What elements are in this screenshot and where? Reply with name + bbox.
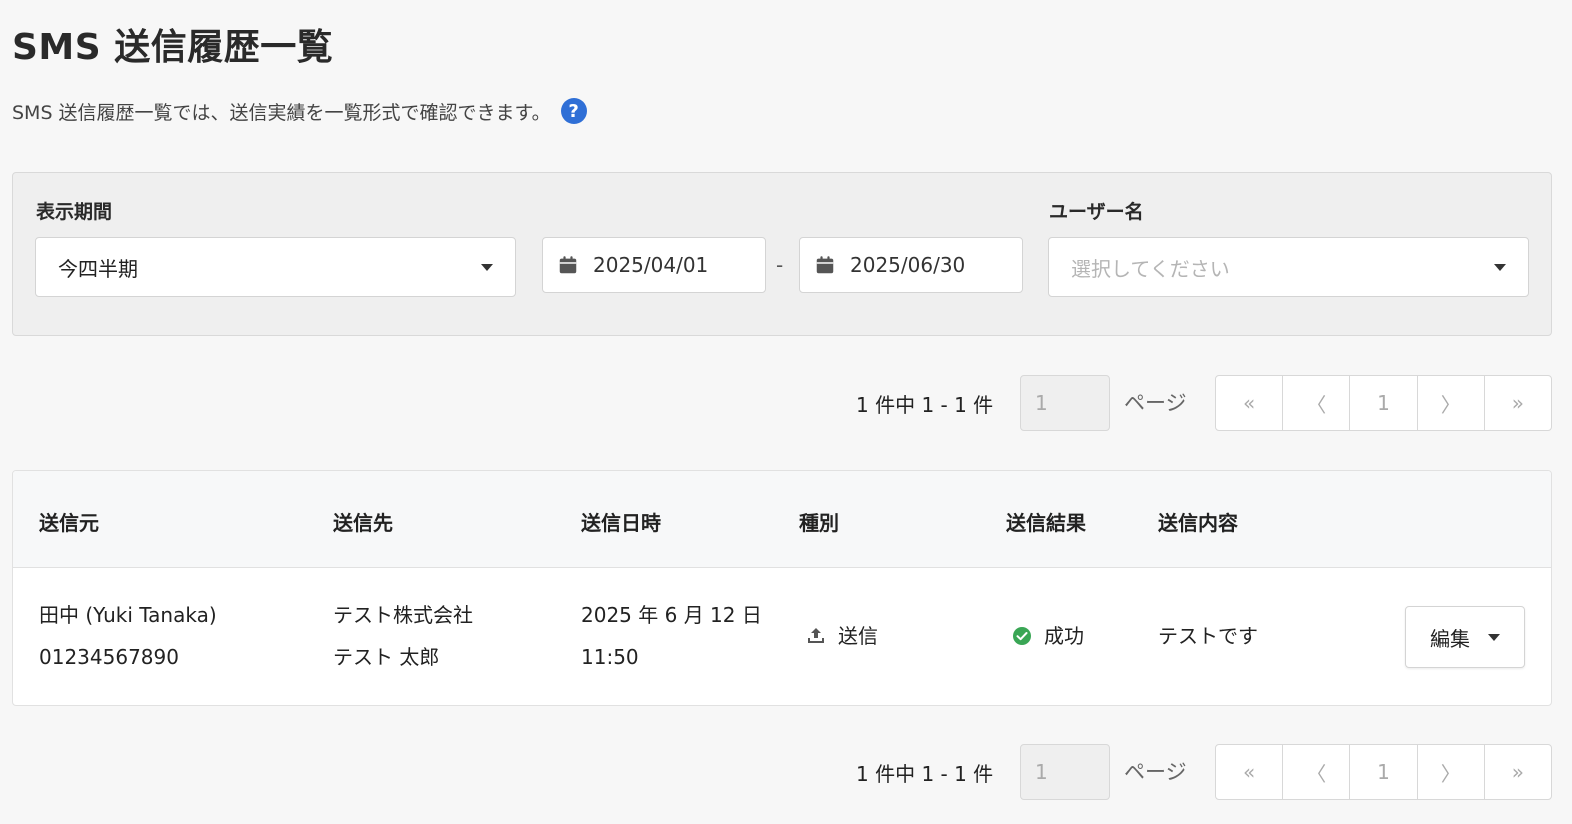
header-type: 種別 [799, 511, 839, 535]
type-text: 送信 [838, 624, 878, 648]
pagination-top: 1 件中 1 - 1 件 1 ページ « 〈 1 〉 » [0, 375, 1572, 433]
result-cell: 成功 [1012, 615, 1084, 657]
date-separator: - [776, 253, 784, 277]
period-label: 表示期間 [36, 201, 113, 223]
chevron-down-icon [481, 263, 493, 271]
header-result: 送信結果 [1006, 511, 1086, 535]
next-page-button[interactable]: 〉 [1416, 376, 1484, 430]
prev-page-button[interactable]: 〈 [1282, 376, 1349, 430]
user-label: ユーザー名 [1049, 201, 1144, 223]
page-number-input[interactable]: 1 [1020, 744, 1110, 800]
sender-number: 01234567890 [39, 645, 179, 669]
page-label: ページ [1124, 391, 1187, 415]
next-page-button[interactable]: 〉 [1416, 745, 1484, 799]
header-content: 送信内容 [1158, 511, 1238, 535]
type-cell: 送信 [806, 615, 878, 657]
header-recipient: 送信先 [333, 511, 393, 535]
user-select-placeholder: 選択してください [1071, 256, 1230, 281]
pagination-bottom: 1 件中 1 - 1 件 1 ページ « 〈 1 〉 » [0, 744, 1572, 802]
help-icon[interactable]: ? [560, 98, 587, 124]
sent-time: 11:50 [581, 645, 639, 669]
history-table: 送信元 送信先 送信日時 種別 送信結果 送信内容 田中 (Yuki Tanak… [12, 470, 1552, 706]
edit-dropdown-button[interactable]: 編集 [1405, 606, 1525, 668]
calendar-icon [816, 256, 834, 274]
end-date-input[interactable]: 2025/06/30 [799, 237, 1023, 293]
header-sent-at: 送信日時 [581, 511, 661, 535]
sent-date: 2025 年 6 月 12 日 [581, 603, 762, 627]
recipient-name: テスト 太郎 [333, 645, 440, 669]
check-circle-icon [1013, 627, 1031, 645]
page-nav: « 〈 1 〉 » [1215, 744, 1552, 800]
period-select-value: 今四半期 [58, 256, 138, 281]
current-page-button[interactable]: 1 [1349, 745, 1416, 799]
sent-at-cell: 2025 年 6 月 12 日 11:50 [581, 594, 762, 678]
page: SMS 送信履歴一覧 SMS 送信履歴一覧では、送信実績を一覧形式で確認できます… [0, 0, 1572, 824]
first-page-button[interactable]: « [1216, 376, 1282, 430]
end-date-value: 2025/06/30 [850, 253, 966, 277]
edit-button-label: 編集 [1430, 626, 1470, 651]
sender-cell: 田中 (Yuki Tanaka) 01234567890 [39, 594, 217, 678]
header-sender: 送信元 [39, 511, 99, 535]
sender-name: 田中 (Yuki Tanaka) [39, 603, 217, 627]
start-date-input[interactable]: 2025/04/01 [542, 237, 766, 293]
period-select[interactable]: 今四半期 [35, 237, 516, 297]
page-description: SMS 送信履歴一覧では、送信実績を一覧形式で確認できます。 ? [12, 96, 587, 126]
recipient-company: テスト株式会社 [333, 603, 473, 627]
prev-page-button[interactable]: 〈 [1282, 745, 1349, 799]
content-cell: テストです [1158, 624, 1258, 648]
first-page-button[interactable]: « [1216, 745, 1282, 799]
result-count: 1 件中 1 - 1 件 [856, 762, 994, 786]
description-text: SMS 送信履歴一覧では、送信実績を一覧形式で確認できます。 [12, 101, 551, 124]
page-nav: « 〈 1 〉 » [1215, 375, 1552, 431]
last-page-button[interactable]: » [1483, 376, 1551, 430]
page-title: SMS 送信履歴一覧 [12, 27, 334, 68]
chevron-down-icon [1488, 633, 1500, 641]
page-number-input[interactable]: 1 [1020, 375, 1110, 431]
table-header: 送信元 送信先 送信日時 種別 送信結果 送信内容 [13, 471, 1551, 568]
recipient-cell: テスト株式会社 テスト 太郎 [333, 594, 473, 678]
result-count: 1 件中 1 - 1 件 [856, 393, 994, 417]
upload-icon [808, 628, 824, 643]
result-text: 成功 [1044, 624, 1084, 648]
start-date-value: 2025/04/01 [593, 253, 709, 277]
chevron-down-icon [1494, 263, 1506, 271]
current-page-button[interactable]: 1 [1349, 376, 1416, 430]
user-select[interactable]: 選択してください [1048, 237, 1529, 297]
last-page-button[interactable]: » [1483, 745, 1551, 799]
calendar-icon [559, 256, 577, 274]
page-label: ページ [1124, 760, 1187, 784]
filter-panel: 表示期間 今四半期 2025/04/01 - 2025/06/30 ユーザー名 … [12, 172, 1552, 336]
